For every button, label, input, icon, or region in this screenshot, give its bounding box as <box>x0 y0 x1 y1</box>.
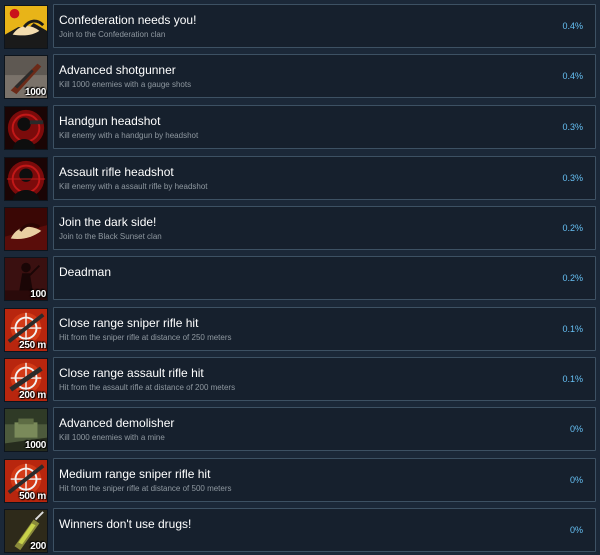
achievement-row[interactable]: 100 Deadman 0.2% <box>0 256 600 301</box>
achievement-badge: 200 <box>30 541 46 552</box>
achievement-percent: 0.4% <box>562 21 583 31</box>
achievement-title: Medium range sniper rifle hit <box>59 467 211 481</box>
achievement-title: Deadman <box>59 265 112 279</box>
achievement-row[interactable]: Join the dark side! Join to the Black Su… <box>0 206 600 251</box>
achievement-card: Handgun headshot Kill enemy with a handg… <box>53 105 596 149</box>
achievement-card: Advanced demolisher Kill 1000 enemies wi… <box>53 407 596 451</box>
achievement-badge: 1000 <box>24 87 46 98</box>
achievement-row[interactable]: 200 m Close range assault rifle hit Hit … <box>0 357 600 402</box>
achievement-badge: 250 m <box>19 340 46 351</box>
sniper-scope-icon: 500 m <box>4 459 48 503</box>
achievement-badge: 200 m <box>19 390 46 401</box>
achievement-badge: 500 m <box>19 491 46 502</box>
deadman-icon: 100 <box>4 257 48 301</box>
achievement-title: Close range sniper rifle hit <box>59 316 199 330</box>
achievement-title: Advanced demolisher <box>59 416 175 430</box>
achievement-description: Hit from the assault rifle at distance o… <box>59 383 236 392</box>
mine-icon: 1000 <box>4 408 48 452</box>
achievement-row[interactable]: 1000 Advanced shotgunner Kill 1000 enemi… <box>0 54 600 99</box>
syringe-icon: 200 <box>4 509 48 553</box>
achievement-description: Kill enemy with a handgun by headshot <box>59 131 199 140</box>
achievement-percent: 0% <box>569 475 583 485</box>
achievement-percent: 0% <box>569 525 583 535</box>
achievement-card: Advanced shotgunner Kill 1000 enemies wi… <box>53 54 596 98</box>
achievement-card: Assault rifle headshot Kill enemy with a… <box>53 156 596 200</box>
shotgun-icon: 1000 <box>4 55 48 99</box>
achievement-percent: 0% <box>569 424 583 434</box>
achievement-row[interactable]: 200 Winners don't use drugs! 0% <box>0 508 600 553</box>
achievement-row[interactable]: 500 m Medium range sniper rifle hit Hit … <box>0 458 600 503</box>
achievement-badge: 1000 <box>24 440 46 451</box>
achievement-title: Close range assault rifle hit <box>59 366 204 380</box>
achievement-percent: 0.1% <box>562 324 583 334</box>
achievement-row[interactable]: Assault rifle headshot Kill enemy with a… <box>0 156 600 201</box>
achievement-card: Medium range sniper rifle hit Hit from t… <box>53 458 596 502</box>
achievement-description: Join to the Confederation clan <box>59 30 166 39</box>
handshake-yellow-icon <box>4 5 48 49</box>
achievement-description: Kill 1000 enemies with a gauge shots <box>59 80 192 89</box>
sniper-scope-icon: 250 m <box>4 308 48 352</box>
achievement-title: Winners don't use drugs! <box>59 517 192 531</box>
achievement-title: Advanced shotgunner <box>59 63 176 77</box>
achievement-description: Kill 1000 enemies with a mine <box>59 433 165 442</box>
achievement-row[interactable]: Handgun headshot Kill enemy with a handg… <box>0 105 600 150</box>
achievement-description: Hit from the sniper rifle at distance of… <box>59 484 232 493</box>
achievement-title: Assault rifle headshot <box>59 165 174 179</box>
achievement-percent: 0.2% <box>562 273 583 283</box>
achievement-percent: 0.1% <box>562 374 583 384</box>
achievement-percent: 0.3% <box>562 122 583 132</box>
achievement-row[interactable]: 1000 Advanced demolisher Kill 1000 enemi… <box>0 407 600 452</box>
assault-scope-icon: 200 m <box>4 358 48 402</box>
achievement-card: Join the dark side! Join to the Black Su… <box>53 206 596 250</box>
achievement-card: Winners don't use drugs! 0% <box>53 508 596 552</box>
achievement-percent: 0.4% <box>562 71 583 81</box>
achievement-description: Kill enemy with a assault rifle by heads… <box>59 182 208 191</box>
achievement-description: Hit from the sniper rifle at distance of… <box>59 333 232 342</box>
achievement-row[interactable]: Confederation needs you! Join to the Con… <box>0 4 600 49</box>
achievement-row[interactable]: 250 m Close range sniper rifle hit Hit f… <box>0 307 600 352</box>
achievement-title: Confederation needs you! <box>59 13 197 27</box>
achievement-percent: 0.2% <box>562 223 583 233</box>
achievement-card: Deadman 0.2% <box>53 256 596 300</box>
rifle-headshot-icon <box>4 157 48 201</box>
achievement-card: Confederation needs you! Join to the Con… <box>53 4 596 48</box>
achievement-percent: 0.3% <box>562 173 583 183</box>
achievement-card: Close range sniper rifle hit Hit from th… <box>53 307 596 351</box>
handgun-headshot-icon <box>4 106 48 150</box>
handshake-dark-icon <box>4 207 48 251</box>
achievement-title: Handgun headshot <box>59 114 161 128</box>
achievement-description: Join to the Black Sunset clan <box>59 232 162 241</box>
achievement-title: Join the dark side! <box>59 215 157 229</box>
achievement-card: Close range assault rifle hit Hit from t… <box>53 357 596 401</box>
achievement-badge: 100 <box>30 289 46 300</box>
